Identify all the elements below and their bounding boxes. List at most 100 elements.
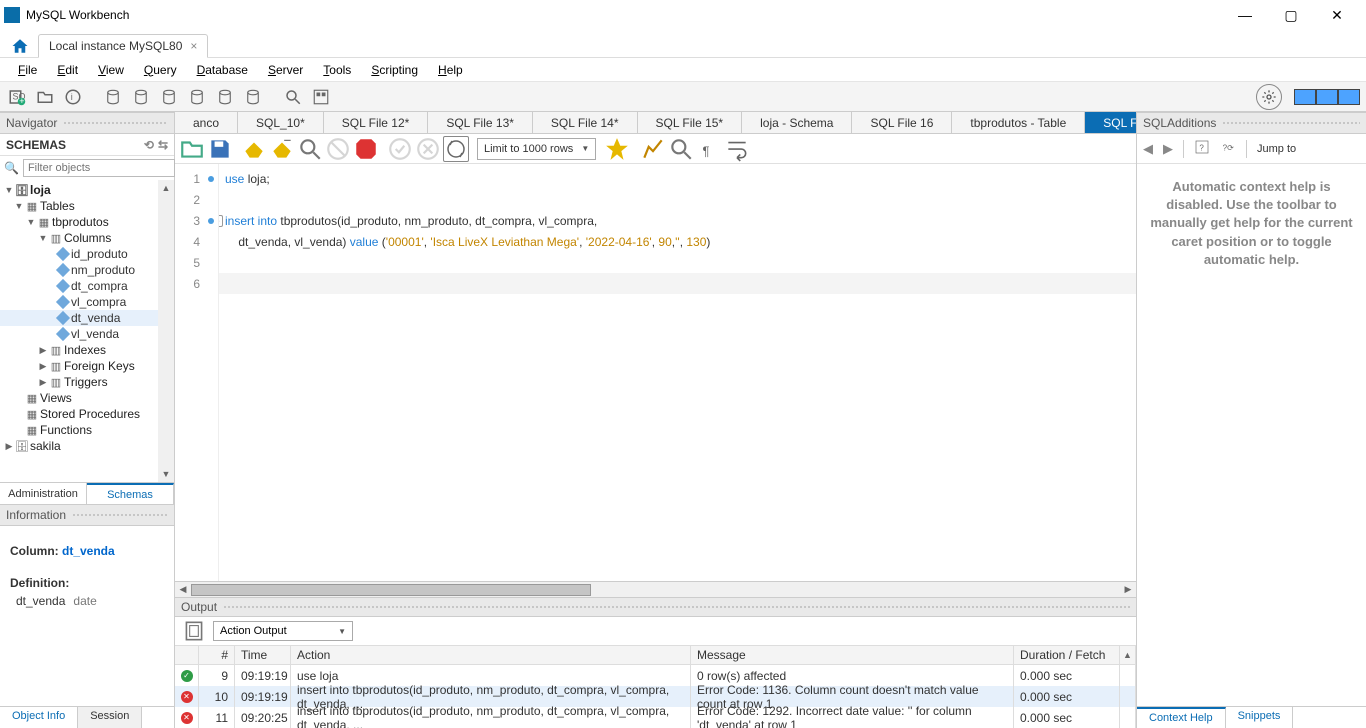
menu-help[interactable]: Help	[428, 61, 473, 79]
info-tab-object[interactable]: Object Info	[0, 707, 78, 728]
sql-tab[interactable]: SQL_10*	[238, 112, 324, 133]
tree-col[interactable]: nm_produto	[0, 262, 174, 278]
layout-buttons[interactable]	[1294, 89, 1360, 105]
forward-icon[interactable]: ▶	[1163, 141, 1173, 157]
editor-h-scrollbar[interactable]: ◀▶	[175, 581, 1136, 597]
tree-tables[interactable]: ▼▦Tables	[0, 198, 174, 214]
invisible-chars-icon[interactable]: ¶	[696, 136, 722, 162]
output-title: Output	[175, 597, 1136, 617]
home-button[interactable]	[6, 33, 34, 57]
wrap-icon[interactable]	[724, 136, 750, 162]
tab-snippets[interactable]: Snippets	[1226, 707, 1294, 728]
menu-database[interactable]: Database	[187, 61, 258, 79]
filter-input[interactable]	[23, 159, 175, 177]
sql-tab-active[interactable]: SQL File 18*×	[1085, 112, 1136, 133]
minimize-button[interactable]: —	[1232, 2, 1258, 28]
layout-right-icon[interactable]	[1338, 89, 1360, 105]
menu-server[interactable]: Server	[258, 61, 313, 79]
tree-triggers[interactable]: ▶▥Triggers	[0, 374, 174, 390]
sql-tab[interactable]: SQL File 12*	[324, 112, 429, 133]
tree-col[interactable]: dt_compra	[0, 278, 174, 294]
output-clear-icon[interactable]	[181, 618, 207, 644]
tree-views[interactable]: ▦Views	[0, 390, 174, 406]
open-sql-icon[interactable]	[34, 86, 56, 108]
help-icon[interactable]: ?	[1194, 139, 1210, 158]
tree-columns[interactable]: ▼▥Columns	[0, 230, 174, 246]
tab-context-help[interactable]: Context Help	[1137, 707, 1226, 728]
sql-tab[interactable]: loja - Schema	[742, 112, 852, 133]
commit-icon[interactable]	[387, 136, 413, 162]
db-icon-3[interactable]	[158, 86, 180, 108]
editor-toolbar: Limit to 1000 rows ¶	[175, 134, 1136, 164]
output-row[interactable]: ✕ 11 09:20:25 insert into tbprodutos(id_…	[175, 707, 1136, 728]
autocommit-icon[interactable]	[443, 136, 469, 162]
tree-sp[interactable]: ▦Stored Procedures	[0, 406, 174, 422]
sql-editor[interactable]: 1 2 3 4 5 6 use loja; −insert into tbpro…	[175, 164, 1136, 581]
layout-bottom-icon[interactable]	[1316, 89, 1338, 105]
gear-icon[interactable]	[1256, 84, 1282, 110]
connection-tab[interactable]: Local instance MySQL80 ×	[38, 34, 208, 58]
tree-col[interactable]: vl_compra	[0, 294, 174, 310]
sql-tab[interactable]: SQL File 15*	[638, 112, 743, 133]
menu-query[interactable]: Query	[134, 61, 187, 79]
sql-tab[interactable]: SQL File 16	[852, 112, 952, 133]
sql-tab[interactable]: anco	[175, 112, 238, 133]
stop-error-icon[interactable]	[353, 136, 379, 162]
menu-view[interactable]: View	[88, 61, 134, 79]
expand-icon[interactable]: ⇆	[158, 138, 168, 152]
menu-file[interactable]: File	[8, 61, 47, 79]
menu-scripting[interactable]: Scripting	[361, 61, 428, 79]
nav-tab-administration[interactable]: Administration	[0, 483, 87, 504]
fold-icon[interactable]: −	[219, 215, 223, 227]
search-icon[interactable]	[282, 86, 304, 108]
execute-icon[interactable]	[241, 136, 267, 162]
sql-tab[interactable]: tbprodutos - Table	[952, 112, 1085, 133]
db-icon-4[interactable]	[186, 86, 208, 108]
rollback-icon[interactable]	[415, 136, 441, 162]
tree-functions[interactable]: ▦Functions	[0, 422, 174, 438]
tree-col-selected[interactable]: dt_venda	[0, 310, 174, 326]
nav-tab-schemas[interactable]: Schemas	[87, 483, 174, 504]
execute-current-icon[interactable]	[269, 136, 295, 162]
new-sql-tab-icon[interactable]: SQL+	[6, 86, 28, 108]
open-file-icon[interactable]	[179, 136, 205, 162]
inspector-icon[interactable]: i	[62, 86, 84, 108]
auto-help-icon[interactable]: ?⟳	[1220, 139, 1236, 158]
tree-indexes[interactable]: ▶▥Indexes	[0, 342, 174, 358]
tree-db-loja[interactable]: ▼🗄loja	[0, 182, 174, 198]
menu-edit[interactable]: Edit	[47, 61, 88, 79]
limit-rows-select[interactable]: Limit to 1000 rows	[477, 138, 596, 160]
db-icon-5[interactable]	[214, 86, 236, 108]
dashboard-icon[interactable]	[310, 86, 332, 108]
beautify-icon[interactable]	[640, 136, 666, 162]
tree-scrollbar[interactable]: ▲▼	[158, 180, 174, 482]
tree-table-tbprodutos[interactable]: ▼▦tbprodutos	[0, 214, 174, 230]
output-type-select[interactable]: Action Output	[213, 621, 353, 641]
tree-db-sakila[interactable]: ▶🗄sakila	[0, 438, 174, 454]
tree-fks[interactable]: ▶▥Foreign Keys	[0, 358, 174, 374]
db-icon-6[interactable]	[242, 86, 264, 108]
db-icon-2[interactable]	[130, 86, 152, 108]
save-icon[interactable]	[207, 136, 233, 162]
layout-left-icon[interactable]	[1294, 89, 1316, 105]
close-icon[interactable]: ×	[190, 39, 197, 53]
info-tab-session[interactable]: Session	[78, 707, 142, 728]
find-icon[interactable]	[668, 136, 694, 162]
close-button[interactable]: ✕	[1324, 2, 1350, 28]
sql-tab[interactable]: SQL File 13*	[428, 112, 533, 133]
stop-icon[interactable]	[325, 136, 351, 162]
tree-col[interactable]: id_produto	[0, 246, 174, 262]
refresh-icon[interactable]: ⟲	[144, 138, 154, 152]
menubar: File Edit View Query Database Server Too…	[0, 58, 1366, 82]
schema-tree[interactable]: ▼🗄loja ▼▦Tables ▼▦tbprodutos ▼▥Columns i…	[0, 180, 174, 482]
code-area[interactable]: use loja; −insert into tbprodutos(id_pro…	[219, 164, 1136, 581]
maximize-button[interactable]: ▢	[1278, 2, 1304, 28]
tree-col[interactable]: vl_venda	[0, 326, 174, 342]
jump-to-label[interactable]: Jump to	[1257, 143, 1296, 155]
star-icon[interactable]	[604, 136, 630, 162]
back-icon[interactable]: ◀	[1143, 141, 1153, 157]
explain-icon[interactable]	[297, 136, 323, 162]
menu-tools[interactable]: Tools	[313, 61, 361, 79]
sql-tab[interactable]: SQL File 14*	[533, 112, 638, 133]
db-icon-1[interactable]	[102, 86, 124, 108]
